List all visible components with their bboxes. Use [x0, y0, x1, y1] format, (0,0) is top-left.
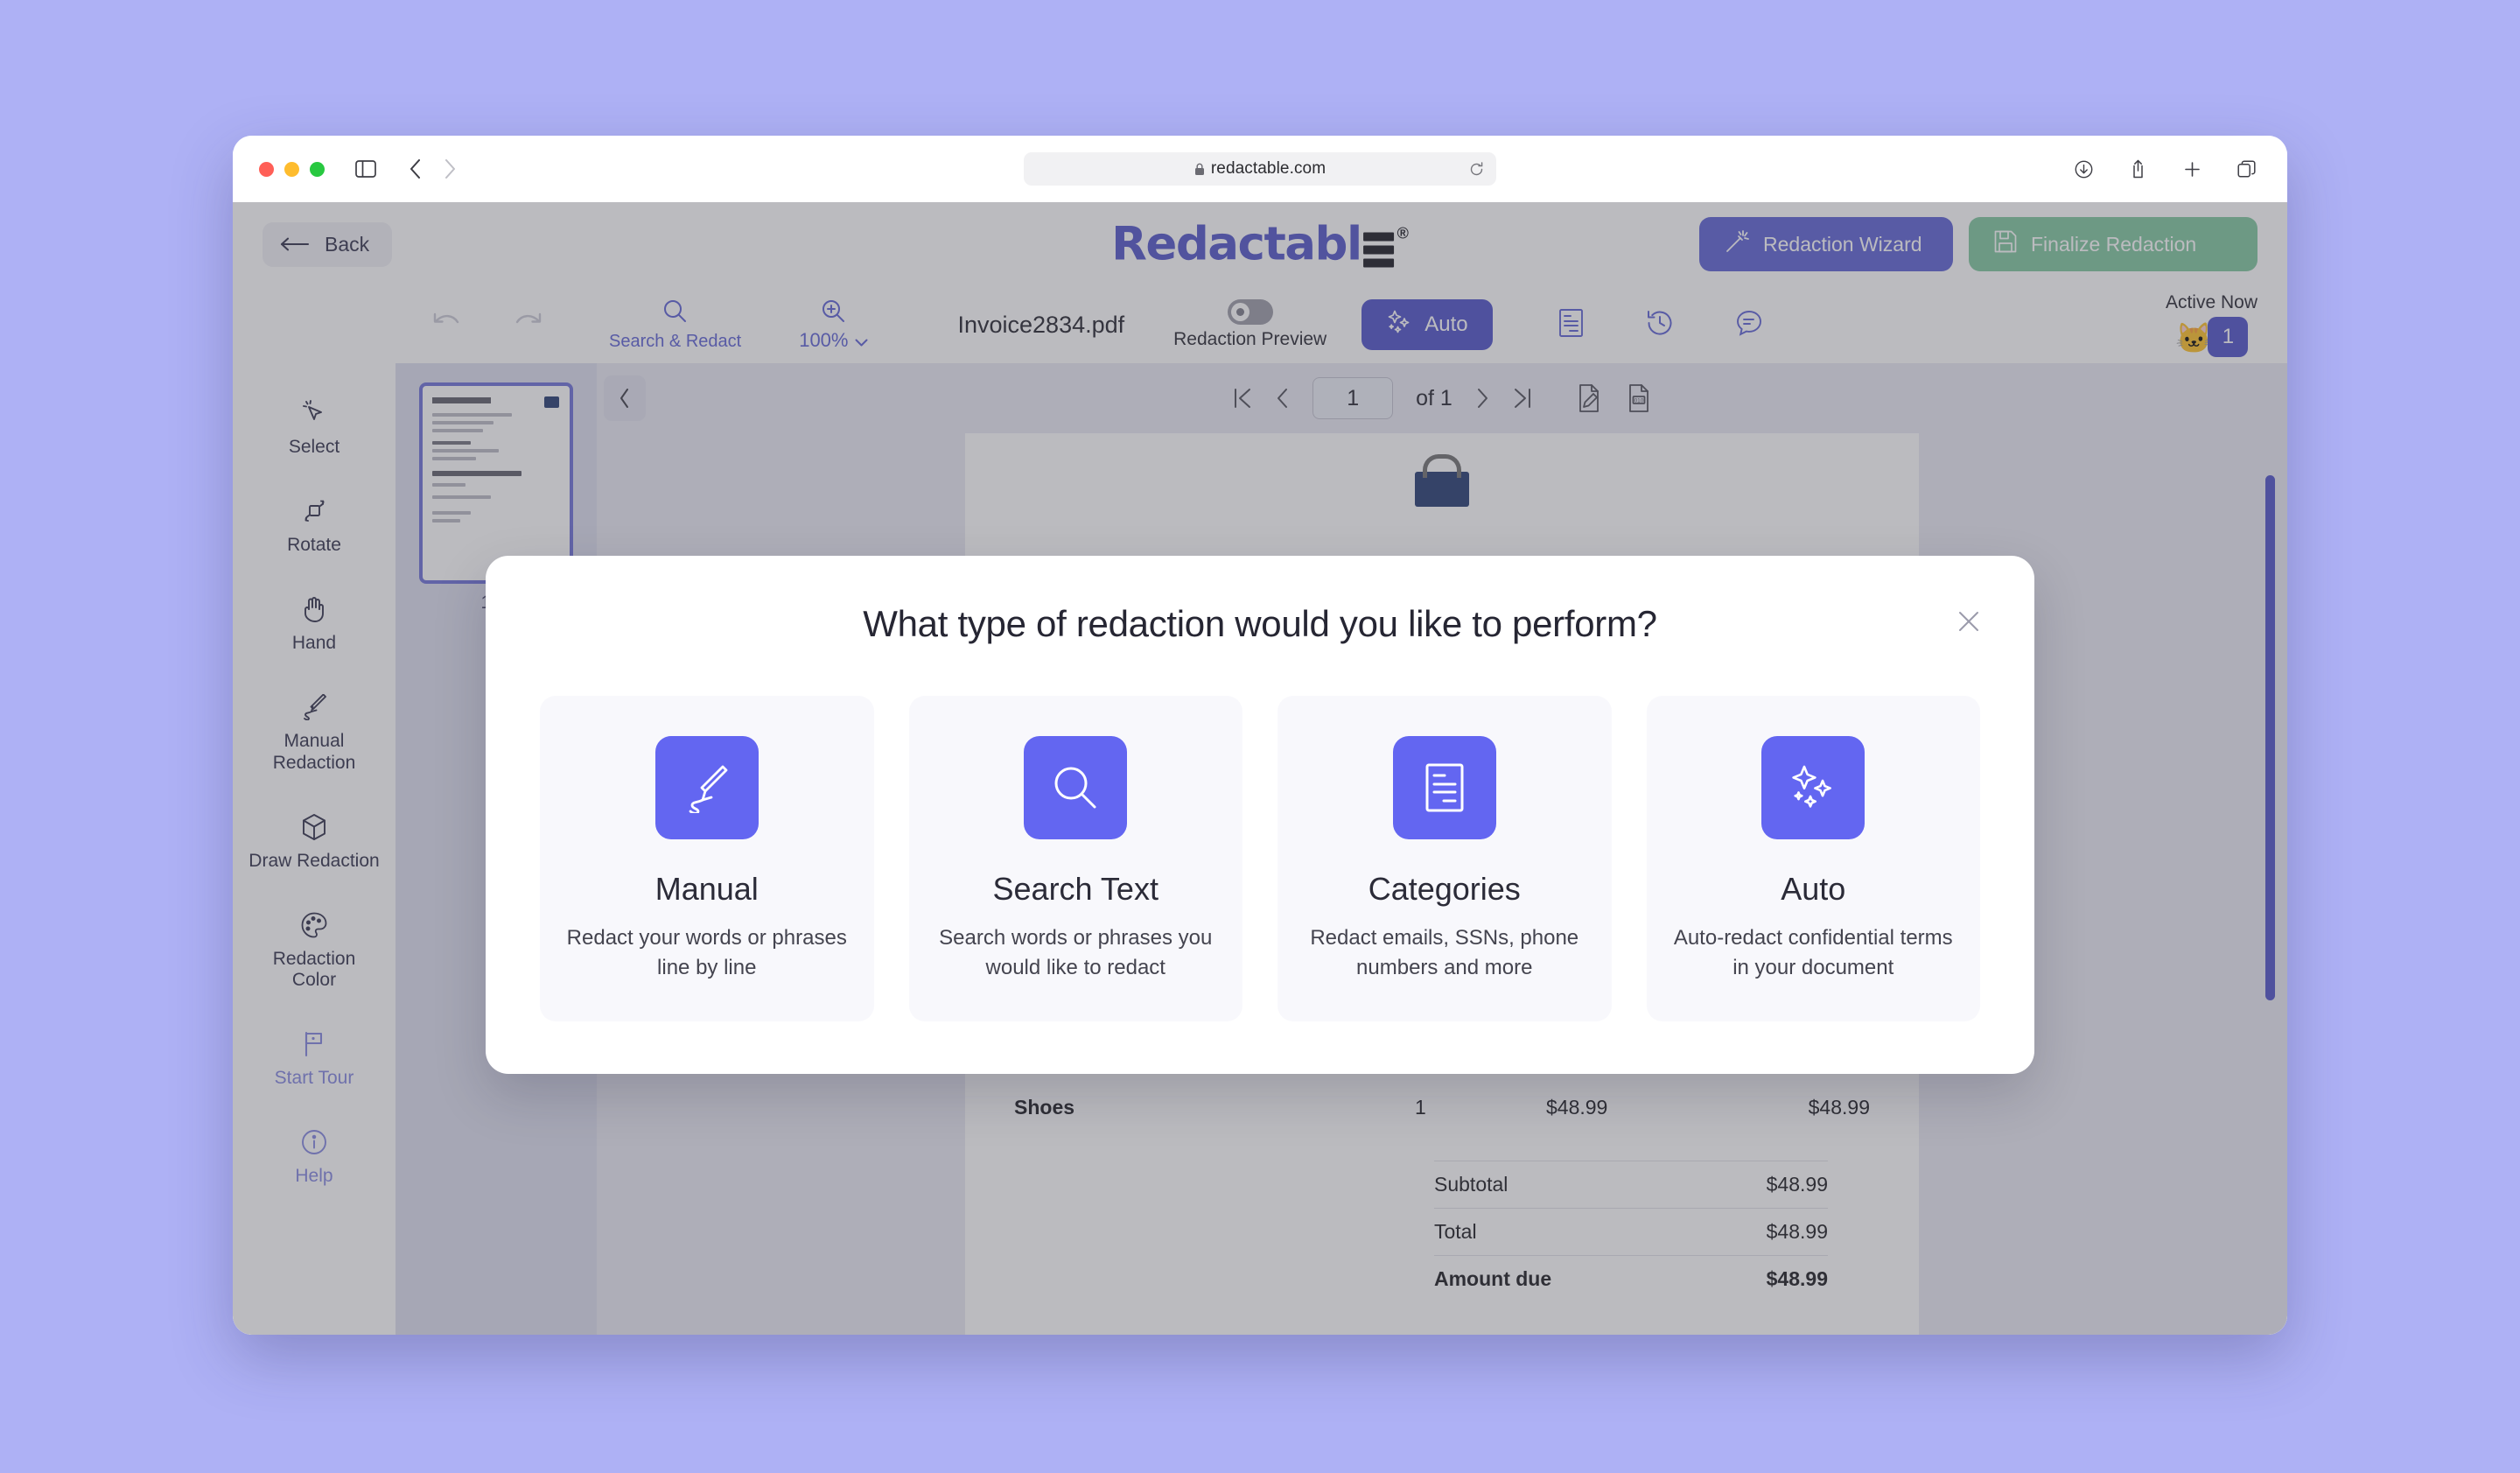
browser-nav-arrows	[400, 154, 465, 184]
option-card-auto[interactable]: Auto Auto-redact confidential terms in y…	[1646, 696, 1980, 1022]
browser-back-icon[interactable]	[400, 154, 430, 184]
reload-icon[interactable]	[1469, 161, 1484, 177]
document-list-icon	[1392, 736, 1496, 839]
redactable-app: Back Redactabl ® Redaction Wizard Finali…	[233, 202, 2287, 1335]
modal-title: What type of redaction would you like to…	[863, 603, 1657, 644]
marker-pen-icon	[654, 736, 759, 839]
option-card-manual-desc: Redact your words or phrases line by lin…	[566, 926, 847, 980]
url-text: redactable.com	[1210, 159, 1326, 178]
browser-window: redactable.com Back Redactabl ® Redactio…	[233, 136, 2287, 1335]
browser-forward-icon[interactable]	[435, 154, 465, 184]
redaction-option-cards: Manual Redact your words or phrases line…	[540, 696, 1980, 1022]
redaction-type-modal: What type of redaction would you like to…	[486, 556, 2034, 1075]
option-card-manual-title: Manual	[654, 871, 759, 907]
sparkles-icon	[1761, 736, 1866, 839]
traffic-lights	[259, 161, 325, 177]
sidebar-toggle-icon[interactable]	[351, 154, 381, 184]
close-icon[interactable]	[1949, 601, 1989, 642]
option-card-categories-title: Categories	[1368, 871, 1521, 907]
close-window-button[interactable]	[259, 161, 274, 177]
browser-right-icons	[2068, 154, 2261, 184]
share-icon[interactable]	[2123, 154, 2152, 184]
redaction-type-modal-overlay: What type of redaction would you like to…	[233, 202, 2287, 1335]
download-icon[interactable]	[2068, 154, 2098, 184]
option-card-search-text-desc: Search words or phrases you would like t…	[939, 926, 1213, 980]
option-card-categories[interactable]: Categories Redact emails, SSNs, phone nu…	[1278, 696, 1612, 1022]
search-icon	[1024, 736, 1128, 839]
maximize-window-button[interactable]	[310, 161, 325, 177]
browser-chrome: redactable.com	[233, 136, 2287, 202]
option-card-search-text-title: Search Text	[992, 871, 1158, 907]
option-card-auto-title: Auto	[1781, 871, 1846, 907]
minimize-window-button[interactable]	[284, 161, 299, 177]
lock-icon	[1194, 163, 1205, 176]
url-bar-container: redactable.com	[1024, 152, 1496, 186]
new-tab-icon[interactable]	[2177, 154, 2207, 184]
option-card-search-text[interactable]: Search Text Search words or phrases you …	[908, 696, 1242, 1022]
tab-overview-icon[interactable]	[2231, 154, 2261, 184]
option-card-categories-desc: Redact emails, SSNs, phone numbers and m…	[1310, 926, 1579, 980]
url-bar[interactable]: redactable.com	[1024, 152, 1496, 186]
option-card-auto-desc: Auto-redact confidential terms in your d…	[1673, 926, 1953, 980]
option-card-manual[interactable]: Manual Redact your words or phrases line…	[540, 696, 874, 1022]
